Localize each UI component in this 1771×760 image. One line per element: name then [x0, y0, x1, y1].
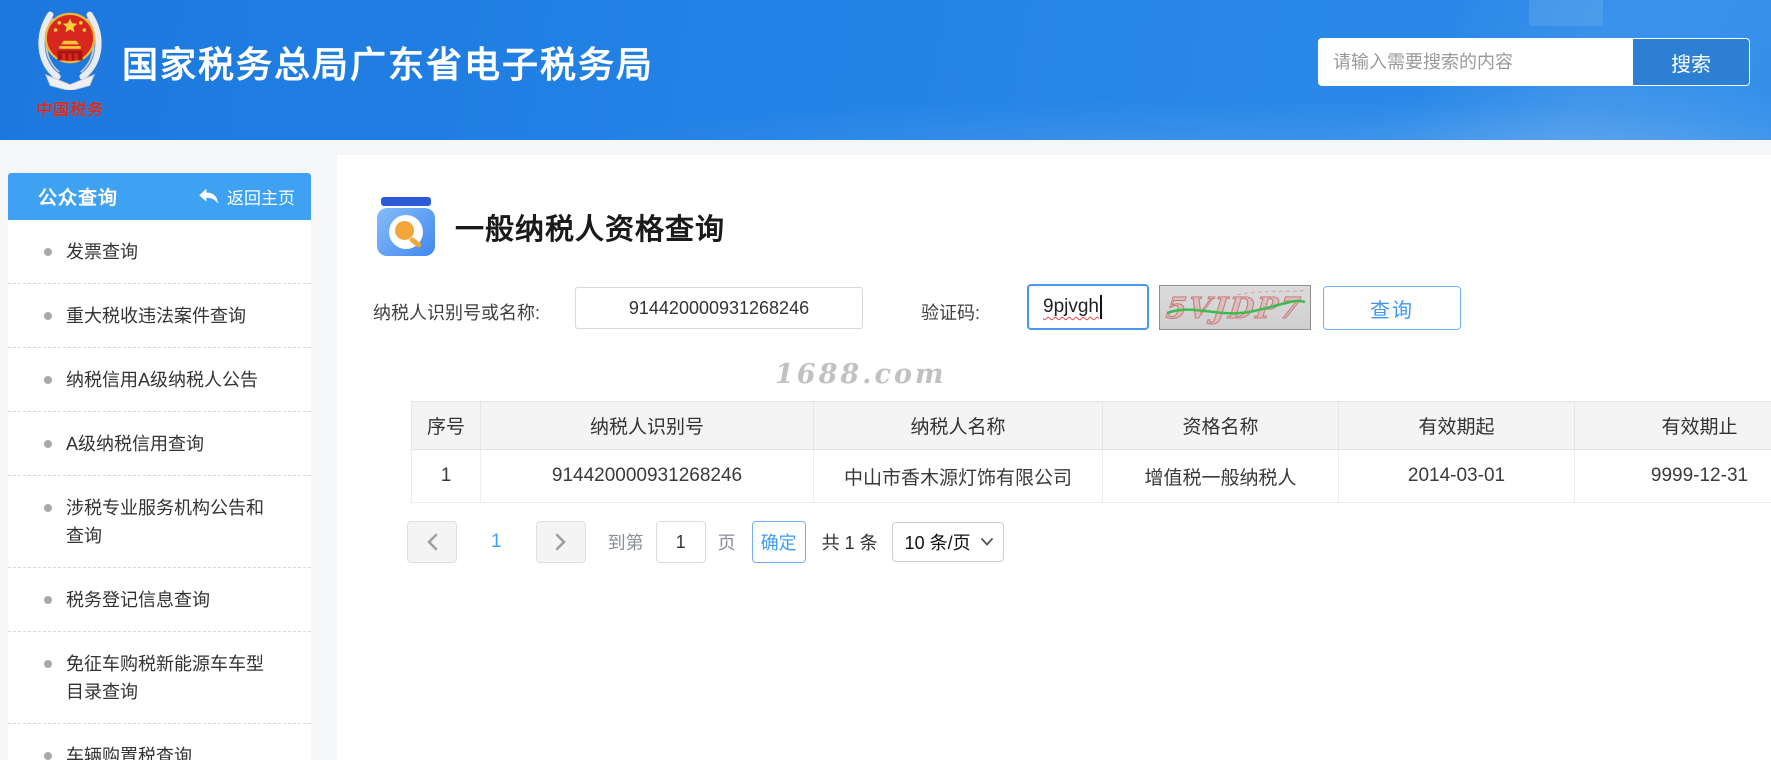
- sidebar-item-label: 纳税信用A级纳税人公告: [66, 370, 259, 390]
- page-number-input[interactable]: [655, 521, 706, 563]
- table-cell: 1: [411, 449, 481, 503]
- goto-page-prefix: 到第: [607, 533, 644, 553]
- bullet-icon: [44, 440, 52, 448]
- sidebar-item[interactable]: 发票查询: [8, 220, 311, 284]
- bullet-icon: [44, 248, 52, 256]
- taxpayer-id-input[interactable]: [575, 287, 863, 329]
- page-size-value: 10 条/页: [904, 533, 971, 553]
- great-wall-tower-decoration: [1529, 0, 1603, 26]
- sidebar-item-label: 免征车购税新能源车车型目录查询: [66, 654, 264, 702]
- table-header-cell: 纳税人名称: [813, 401, 1103, 450]
- chevron-left-icon: [427, 533, 438, 551]
- captcha-image[interactable]: 5VJDP7: [1159, 285, 1311, 330]
- site-search: 搜索: [1318, 38, 1750, 86]
- confirm-page-button[interactable]: 确定: [751, 521, 806, 563]
- bullet-icon: [44, 752, 52, 760]
- text-cursor: [1100, 295, 1102, 319]
- table-cell: 中山市香木源灯饰有限公司: [813, 449, 1103, 503]
- site-title: 国家税务总局广东省电子税务局: [122, 44, 655, 85]
- national-tax-emblem-icon: [38, 11, 102, 92]
- magnifier-icon: [389, 215, 423, 249]
- mountain-mist-decoration: [0, 94, 1771, 140]
- bullet-icon: [44, 312, 52, 320]
- search-button[interactable]: 搜索: [1633, 39, 1749, 85]
- page-title: 一般纳税人资格查询: [455, 213, 726, 246]
- sidebar-item-label: 发票查询: [66, 242, 138, 262]
- captcha-input-value: 9pjvgh: [1043, 296, 1099, 317]
- icon-lid: [381, 197, 431, 206]
- banner: 中国税务 国家税务总局广东省电子税务局 搜索: [0, 0, 1771, 140]
- table-row: 1 914420000931268246 中山市香木源灯饰有限公司 增值税一般纳…: [411, 449, 1771, 503]
- sidebar-header: 公众查询 返回主页: [8, 173, 311, 220]
- table-header-cell: 资格名称: [1102, 401, 1339, 450]
- bullet-icon: [44, 504, 52, 512]
- page-size-select[interactable]: 10 条/页: [891, 522, 1004, 562]
- table-header-cell: 纳税人识别号: [480, 401, 814, 450]
- pagination: 1 到第 页 确定 共 1 条 10 条/页: [407, 521, 1004, 563]
- sidebar-item-label: 车辆购置税查询: [66, 746, 192, 760]
- bullet-icon: [44, 376, 52, 384]
- sidebar-item[interactable]: 纳税信用A级纳税人公告: [8, 348, 311, 412]
- table-cell: 2014-03-01: [1338, 449, 1575, 503]
- icon-body: [377, 208, 435, 256]
- back-link-label: 返回主页: [227, 189, 295, 208]
- captcha-input[interactable]: 9pjvgh: [1027, 284, 1149, 330]
- sidebar-item[interactable]: 税务登记信息查询: [8, 568, 311, 632]
- current-page-number[interactable]: 1: [491, 531, 502, 553]
- captcha-text: 5VJDP7: [1165, 291, 1304, 325]
- goto-page-suffix: 页: [717, 533, 736, 553]
- watermark: 1688.com: [775, 359, 947, 390]
- magnifier-handle: [408, 236, 423, 249]
- bullet-icon: [44, 660, 52, 668]
- sidebar-item[interactable]: 车辆购置税查询: [8, 724, 311, 760]
- sidebar-item[interactable]: A级纳税信用查询: [8, 412, 311, 476]
- query-app-icon: [377, 197, 435, 256]
- table-cell: 增值税一般纳税人: [1102, 449, 1339, 503]
- sidebar-item-label: A级纳税信用查询: [66, 434, 205, 454]
- sidebar-item-label: 税务登记信息查询: [66, 590, 210, 610]
- captcha-label: 验证码:: [921, 303, 981, 323]
- sidebar-item[interactable]: 免征车购税新能源车车型目录查询: [8, 632, 311, 724]
- table-header-cell: 有效期起: [1338, 401, 1575, 450]
- search-input[interactable]: [1319, 39, 1633, 85]
- sidebar-item-label: 重大税收违法案件查询: [66, 306, 246, 326]
- table-cell: 9999-12-31: [1574, 449, 1771, 503]
- back-to-home-link[interactable]: 返回主页: [198, 184, 295, 209]
- taxpayer-id-label: 纳税人识别号或名称:: [373, 303, 541, 323]
- back-arrow-icon: [199, 188, 218, 204]
- sidebar-item-label: 涉税专业服务机构公告和查询: [66, 498, 264, 546]
- table-header-cell: 有效期止: [1574, 401, 1771, 450]
- table-header-row: 序号 纳税人识别号 纳税人名称 资格名称 有效期起 有效期止: [411, 401, 1771, 450]
- chevron-down-icon: [980, 538, 993, 546]
- main-content: 一般纳税人资格查询 纳税人识别号或名称: 验证码: 9pjvgh 5VJDP7 …: [337, 155, 1771, 760]
- logo-caption: 中国税务: [35, 102, 105, 119]
- table-header-cell: 序号: [411, 401, 481, 450]
- chevron-right-icon: [555, 533, 566, 551]
- sidebar-menu: 发票查询 重大税收违法案件查询 纳税信用A级纳税人公告 A级纳税信用查询 涉税专…: [8, 220, 311, 760]
- sidebar-title: 公众查询: [38, 188, 119, 209]
- total-count: 共 1 条: [821, 533, 878, 553]
- next-page-button[interactable]: [535, 521, 586, 563]
- prev-page-button[interactable]: [407, 521, 457, 563]
- sidebar: 公众查询 返回主页 发票查询 重大税收违法案件查询 纳税信用A级纳税人公告 A级…: [8, 173, 311, 760]
- sidebar-item[interactable]: 重大税收违法案件查询: [8, 284, 311, 348]
- tax-bureau-logo: 中国税务: [24, 4, 116, 120]
- bullet-icon: [44, 596, 52, 604]
- results-table: 序号 纳税人识别号 纳税人名称 资格名称 有效期起 有效期止 1 9144200…: [411, 401, 1771, 503]
- page-title-row: 一般纳税人资格查询: [377, 197, 725, 256]
- query-button[interactable]: 查询: [1323, 286, 1461, 330]
- sidebar-item[interactable]: 涉税专业服务机构公告和查询: [8, 476, 311, 568]
- table-cell: 914420000931268246: [480, 449, 814, 503]
